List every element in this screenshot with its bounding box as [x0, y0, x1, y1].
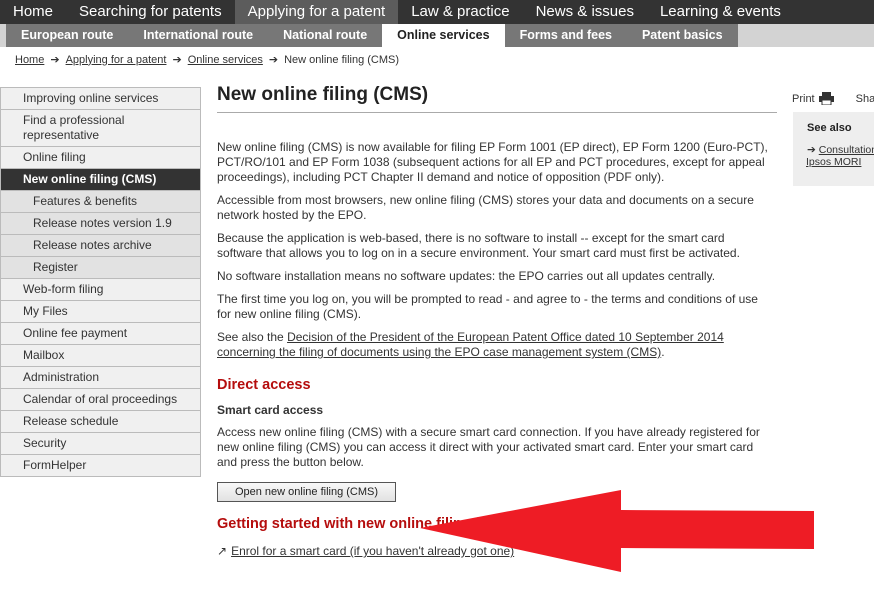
- arrow-right-icon: ➔: [172, 54, 182, 66]
- breadcrumb-current: New online filing (CMS): [284, 53, 400, 66]
- topnav-news-issues[interactable]: News & issues: [523, 0, 647, 24]
- breadcrumb: Home ➔ Applying for a patent ➔ Online se…: [15, 53, 400, 67]
- sidebar-item-mailbox[interactable]: Mailbox: [1, 345, 200, 367]
- top-navigation: Home Searching for patents Applying for …: [0, 0, 874, 24]
- consultation-link[interactable]: Consultation: [819, 144, 874, 156]
- arrow-right-icon: ➔: [807, 144, 816, 156]
- see-also-box: See also ➔ Consultation Ipsos MORI: [793, 112, 874, 186]
- ipsos-mori-link[interactable]: Ipsos MORI: [806, 156, 861, 168]
- open-online-filing-button[interactable]: Open new online filing (CMS): [217, 482, 396, 502]
- sidebar-item-security[interactable]: Security: [1, 433, 200, 455]
- sidebar-item-improving-online-services[interactable]: Improving online services: [1, 88, 200, 110]
- page-title: New online filing (CMS): [217, 84, 777, 113]
- subnav-european-route[interactable]: European route: [6, 24, 128, 47]
- see-also-link2-row: Ipsos MORI: [806, 156, 874, 168]
- subnav-international-route[interactable]: International route: [128, 24, 268, 47]
- see-also-link-row: ➔ Consultation: [807, 144, 874, 156]
- sidebar-item-features-benefits[interactable]: Features & benefits: [1, 191, 200, 213]
- print-label[interactable]: Print: [792, 93, 815, 105]
- sidebar-item-find-representative[interactable]: Find a professional representative: [1, 110, 200, 147]
- see-also-title: See also: [807, 122, 852, 134]
- see-also-prefix: See also the: [217, 330, 288, 344]
- main-content: New online filing (CMS) New online filin…: [217, 84, 777, 558]
- paragraph-see-also: See also the Decision of the President o…: [217, 330, 773, 360]
- topnav-home[interactable]: Home: [0, 0, 66, 24]
- sidebar-item-web-form-filing[interactable]: Web-form filing: [1, 279, 200, 301]
- see-also-suffix: .: [661, 345, 665, 359]
- topnav-law-practice[interactable]: Law & practice: [398, 0, 522, 24]
- sidebar-item-my-files[interactable]: My Files: [1, 301, 200, 323]
- external-link-icon: ↗: [217, 544, 228, 558]
- topnav-learning-events[interactable]: Learning & events: [647, 0, 794, 24]
- share-label[interactable]: Share: [856, 93, 874, 105]
- sidebar-item-release-notes-archive[interactable]: Release notes archive: [1, 235, 200, 257]
- decision-link[interactable]: Decision of the President of the Europea…: [217, 330, 724, 359]
- smart-card-access-heading: Smart card access: [217, 403, 324, 417]
- sub-navigation: European route International route Natio…: [0, 24, 874, 47]
- subnav-tabs: European route International route Natio…: [6, 24, 738, 47]
- subnav-forms-and-fees[interactable]: Forms and fees: [505, 24, 627, 47]
- subnav-patent-basics[interactable]: Patent basics: [627, 24, 738, 47]
- paragraph-browsers: Accessible from most browsers, new onlin…: [217, 193, 754, 222]
- sidebar-item-calendar-oral-proceedings[interactable]: Calendar of oral proceedings: [1, 389, 200, 411]
- topnav-applying-for-a-patent[interactable]: Applying for a patent: [234, 0, 399, 24]
- printer-icon[interactable]: [818, 92, 834, 105]
- breadcrumb-applying[interactable]: Applying for a patent: [66, 54, 167, 66]
- sidebar-item-release-schedule[interactable]: Release schedule: [1, 411, 200, 433]
- arrow-right-icon: ➔: [268, 54, 279, 66]
- sidebar-item-online-fee-payment[interactable]: Online fee payment: [1, 323, 200, 345]
- red-arrow-annotation: [420, 490, 814, 572]
- topnav-searching-for-patents[interactable]: Searching for patents: [66, 0, 235, 24]
- paragraph-smart-card: Access new online filing (CMS) with a se…: [217, 425, 760, 469]
- breadcrumb-online-services[interactable]: Online services: [188, 54, 263, 66]
- intro-paragraph: New online filing (CMS) is now available…: [217, 140, 768, 184]
- direct-access-heading: Direct access: [217, 377, 311, 393]
- subnav-online-services[interactable]: Online services: [382, 24, 505, 47]
- paragraph-no-updates: No software installation means no softwa…: [217, 269, 716, 283]
- sidebar-item-new-online-filing[interactable]: New online filing (CMS): [1, 169, 200, 191]
- subnav-national-route[interactable]: National route: [268, 24, 382, 47]
- paragraph-web-based: Because the application is web-based, th…: [217, 231, 740, 260]
- sidebar-item-formhelper[interactable]: FormHelper: [1, 455, 200, 476]
- breadcrumb-home[interactable]: Home: [15, 54, 44, 66]
- sidebar-item-online-filing[interactable]: Online filing: [1, 147, 200, 169]
- arrow-right-icon: ➔: [50, 54, 60, 66]
- sidebar: Improving online services Find a profess…: [0, 87, 201, 477]
- print-share-bar: Print Share: [792, 92, 874, 105]
- sidebar-item-register[interactable]: Register: [1, 257, 200, 279]
- sidebar-item-release-notes-19[interactable]: Release notes version 1.9: [1, 213, 200, 235]
- sidebar-item-administration[interactable]: Administration: [1, 367, 200, 389]
- paragraph-first-log-on: The first time you log on, you will be p…: [217, 292, 758, 321]
